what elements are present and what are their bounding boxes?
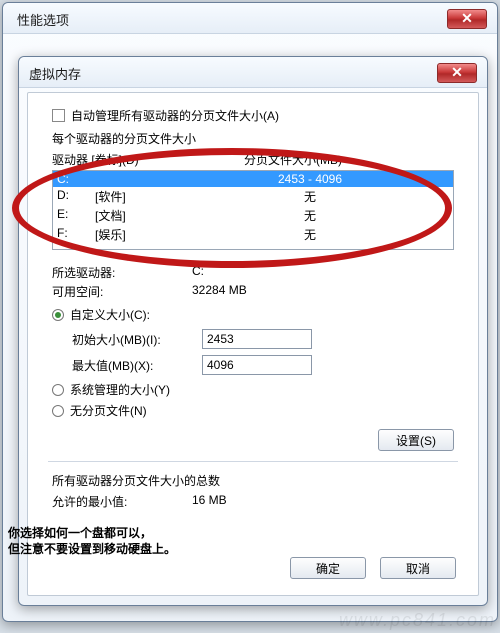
max-size-label: 最大值(MB)(X): [72, 357, 202, 374]
dialog-footer: 确定 取消 [290, 557, 456, 579]
radio-icon[interactable] [52, 384, 64, 396]
drive-size: 2453 - 4096 [235, 172, 385, 186]
system-managed-radio[interactable]: 系统管理的大小(Y) [52, 381, 462, 398]
radio-icon[interactable] [52, 309, 64, 321]
drive-size: 无 [235, 207, 385, 224]
dialog-body: 自动管理所有驱动器的分页文件大小(A) 每个驱动器的分页文件大小 驱动器 [卷标… [27, 92, 479, 596]
col-pagefile: 分页文件大小(MB) [244, 151, 394, 168]
drive-label: [软件] [95, 188, 235, 205]
titlebar-virtual-memory: 虚拟内存 ✕ [19, 57, 487, 88]
selected-drive-row: 所选驱动器: C: [52, 264, 462, 281]
drive-row[interactable]: E: [文档] 无 [53, 206, 453, 225]
drive-label: [文档] [95, 207, 235, 224]
drive-label: [娱乐] [95, 226, 235, 243]
min-allow-row: 允许的最小值: 16 MB [52, 493, 462, 510]
min-allow-value: 16 MB [192, 493, 312, 510]
initial-size-input[interactable] [202, 329, 312, 349]
total-header: 所有驱动器分页文件大小的总数 [52, 472, 462, 489]
auto-manage-row[interactable]: 自动管理所有驱动器的分页文件大小(A) [44, 107, 462, 124]
initial-size-label: 初始大小(MB)(I): [72, 331, 202, 348]
custom-size-label: 自定义大小(C): [70, 306, 150, 323]
drive-list[interactable]: C: 2453 - 4096 D: [软件] 无 E: [文档] 无 F: [娱… [52, 170, 454, 250]
drive-letter: C: [57, 172, 95, 186]
cancel-button[interactable]: 取消 [380, 557, 456, 579]
radio-icon[interactable] [52, 405, 64, 417]
system-managed-label: 系统管理的大小(Y) [70, 381, 170, 398]
drive-row[interactable]: C: 2453 - 4096 [53, 171, 453, 187]
no-paging-label: 无分页文件(N) [70, 402, 147, 419]
col-drive: 驱动器 [卷标](D) [52, 151, 244, 168]
selected-drive-label: 所选驱动器: [52, 264, 192, 281]
column-headers: 驱动器 [卷标](D) 分页文件大小(MB) [52, 151, 462, 168]
drive-size: 无 [235, 226, 385, 243]
drive-letter: D: [57, 188, 95, 205]
checkbox-icon[interactable] [52, 109, 65, 122]
per-drive-header: 每个驱动器的分页文件大小 [52, 130, 462, 147]
virtual-memory-dialog: 虚拟内存 ✕ 自动管理所有驱动器的分页文件大小(A) 每个驱动器的分页文件大小 … [18, 56, 488, 606]
window-title: 性能选项 [13, 10, 69, 29]
drive-row[interactable]: F: [娱乐] 无 [53, 225, 453, 244]
no-paging-radio[interactable]: 无分页文件(N) [52, 402, 462, 419]
max-size-input[interactable] [202, 355, 312, 375]
min-allow-label: 允许的最小值: [52, 493, 192, 510]
available-space-row: 可用空间: 32284 MB [52, 283, 462, 300]
available-space-value: 32284 MB [192, 283, 312, 300]
set-button[interactable]: 设置(S) [378, 429, 454, 451]
drive-size: 无 [235, 188, 385, 205]
custom-size-radio[interactable]: 自定义大小(C): [52, 306, 462, 323]
close-icon[interactable]: ✕ [437, 63, 477, 83]
titlebar-performance: 性能选项 ✕ [3, 3, 497, 34]
selected-drive-value: C: [192, 264, 312, 281]
watermark: www.pc841.com [339, 610, 496, 631]
set-button-row: 设置(S) [52, 429, 454, 451]
auto-manage-label: 自动管理所有驱动器的分页文件大小(A) [71, 107, 279, 124]
drive-letter: F: [57, 226, 95, 243]
dialog-title: 虚拟内存 [29, 64, 81, 83]
available-space-label: 可用空间: [52, 283, 192, 300]
ok-button[interactable]: 确定 [290, 557, 366, 579]
initial-size-row: 初始大小(MB)(I): [72, 329, 462, 349]
max-size-row: 最大值(MB)(X): [72, 355, 462, 375]
close-icon[interactable]: ✕ [447, 9, 487, 29]
drive-label [95, 172, 235, 186]
drive-letter: E: [57, 207, 95, 224]
divider [48, 461, 458, 462]
drive-row[interactable]: D: [软件] 无 [53, 187, 453, 206]
